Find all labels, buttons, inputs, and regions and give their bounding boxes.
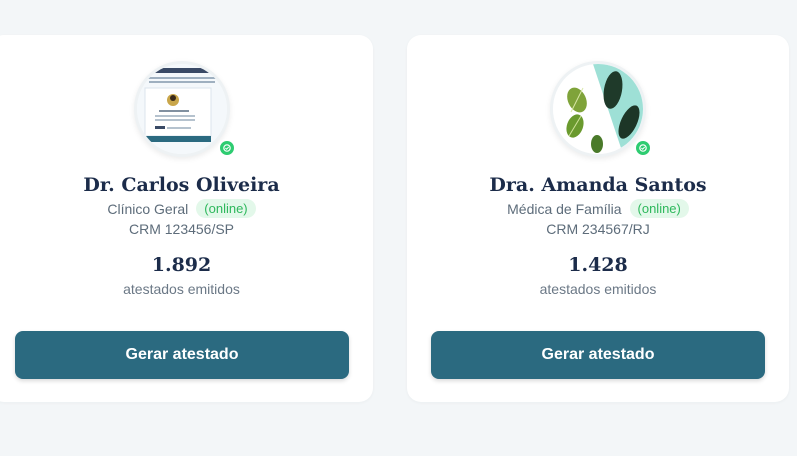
doctor-name: Dr. Carlos Oliveira: [83, 174, 280, 196]
certificates-count-label: atestados emitidos: [123, 281, 240, 297]
certificates-count: 1.428: [568, 254, 628, 276]
online-status-icon: [217, 139, 236, 157]
specialty-row: Médica de Família (online): [407, 199, 789, 218]
doctor-card: Dra. Amanda Santos Médica de Família (on…: [407, 35, 789, 402]
doctor-crm: CRM 234567/RJ: [546, 221, 650, 237]
specialty-row: Clínico Geral (online): [0, 199, 373, 218]
status-badge: (online): [629, 199, 689, 218]
avatar: [133, 61, 236, 157]
doctor-name: Dra. Amanda Santos: [489, 174, 707, 196]
doctor-specialty: Clínico Geral: [107, 200, 189, 217]
doctor-specialty: Médica de Família: [507, 200, 622, 217]
doctor-card: Dr. Carlos Oliveira Clínico Geral (onlin…: [0, 35, 373, 402]
generate-certificate-button[interactable]: Gerar atestado: [15, 331, 349, 379]
leaves-photo-avatar: [550, 61, 646, 157]
status-badge: (online): [196, 199, 256, 218]
online-status-icon: [634, 139, 652, 157]
certificates-count-label: atestados emitidos: [539, 281, 657, 297]
generate-certificate-button[interactable]: Gerar atestado: [431, 331, 765, 379]
avatar: [550, 61, 652, 157]
doctor-crm: CRM 123456/SP: [128, 221, 235, 237]
document-thumbnail-avatar: [133, 61, 230, 157]
certificates-count: 1.892: [151, 254, 212, 276]
